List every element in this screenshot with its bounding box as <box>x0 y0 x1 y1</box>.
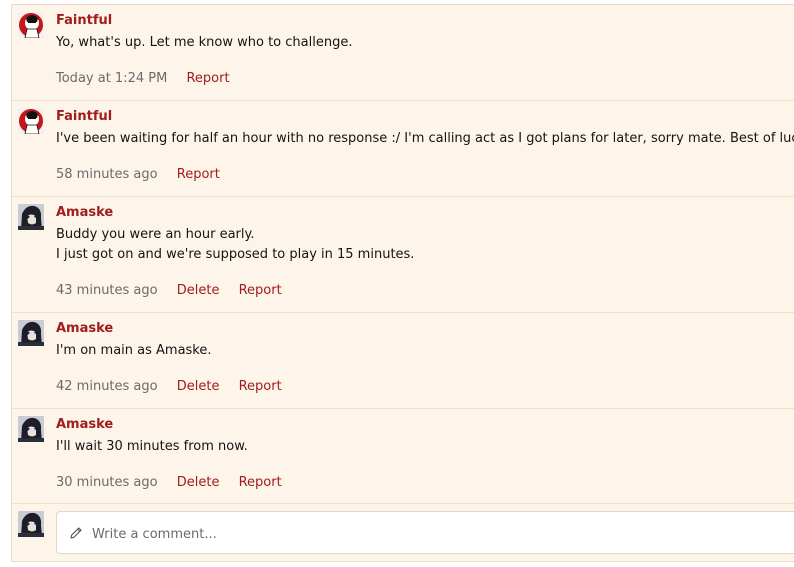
report-link[interactable]: Report <box>239 283 282 298</box>
comment-thread: Faintful Yo, what's up. Let me know who … <box>11 4 794 562</box>
pencil-icon <box>69 526 83 544</box>
delete-link[interactable]: Delete <box>177 379 220 394</box>
comment-meta: 43 minutes ago Delete Report <box>56 283 297 298</box>
comment-text: Yo, what's up. Let me know who to challe… <box>56 35 353 50</box>
report-link[interactable]: Report <box>186 71 229 86</box>
comment-timestamp[interactable]: 43 minutes ago <box>56 283 158 298</box>
comment-composer <box>12 504 794 562</box>
avatar <box>18 511 44 537</box>
comment-timestamp[interactable]: 30 minutes ago <box>56 475 158 490</box>
avatar[interactable] <box>18 12 44 38</box>
comment-timestamp[interactable]: Today at 1:24 PM <box>56 71 167 86</box>
comment-input[interactable] <box>90 522 774 546</box>
comment-body: Buddy you were an hour early. I just got… <box>56 225 788 265</box>
comment-author[interactable]: Amaske <box>56 205 113 220</box>
comment-meta: 30 minutes ago Delete Report <box>56 475 297 490</box>
comment-meta: Today at 1:24 PM Report <box>56 71 245 86</box>
comment-item: Amaske Buddy you were an hour early. I j… <box>12 197 794 313</box>
comment-body: I'll wait 30 minutes from now. <box>56 437 788 457</box>
comment-text: I just got on and we're supposed to play… <box>56 247 415 262</box>
comment-item: Faintful I've been waiting for half an h… <box>12 101 794 197</box>
comment-item: Amaske I'm on main as Amaske. 42 minutes… <box>12 313 794 409</box>
report-link[interactable]: Report <box>239 379 282 394</box>
comment-text: I'm on main as Amaske. <box>56 343 212 358</box>
comment-item: Amaske I'll wait 30 minutes from now. 30… <box>12 409 794 504</box>
comment-body: I've been waiting for half an hour with … <box>56 129 794 149</box>
comment-meta: 58 minutes ago Report <box>56 167 235 182</box>
avatar[interactable] <box>18 108 44 134</box>
avatar[interactable] <box>18 416 44 442</box>
delete-link[interactable]: Delete <box>177 283 220 298</box>
report-link[interactable]: Report <box>177 167 220 182</box>
comment-body: Yo, what's up. Let me know who to challe… <box>56 33 788 53</box>
comment-timestamp[interactable]: 58 minutes ago <box>56 167 158 182</box>
avatar[interactable] <box>18 204 44 230</box>
comment-box[interactable] <box>56 511 794 554</box>
delete-link[interactable]: Delete <box>177 475 220 490</box>
comment-author[interactable]: Amaske <box>56 417 113 432</box>
comment-timestamp[interactable]: 42 minutes ago <box>56 379 158 394</box>
avatar[interactable] <box>18 320 44 346</box>
comment-author[interactable]: Faintful <box>56 109 112 124</box>
comment-author[interactable]: Amaske <box>56 321 113 336</box>
comment-author[interactable]: Faintful <box>56 13 112 28</box>
comment-text: I've been waiting for half an hour with … <box>56 131 794 146</box>
comment-body: I'm on main as Amaske. <box>56 341 788 361</box>
comment-text: Buddy you were an hour early. <box>56 227 255 242</box>
comment-meta: 42 minutes ago Delete Report <box>56 379 297 394</box>
report-link[interactable]: Report <box>239 475 282 490</box>
comment-item: Faintful Yo, what's up. Let me know who … <box>12 5 794 101</box>
comment-text: I'll wait 30 minutes from now. <box>56 439 248 454</box>
